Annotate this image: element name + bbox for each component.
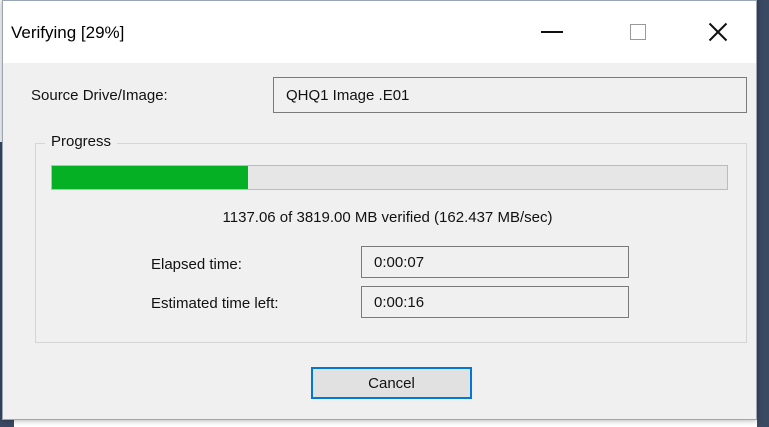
estimated-label: Estimated time left: xyxy=(151,295,279,312)
window-title: Verifying [29%] xyxy=(11,23,125,42)
progress-group-label: Progress xyxy=(45,133,118,150)
elapsed-label: Elapsed time: xyxy=(151,256,242,273)
title-bar[interactable]: Verifying [29%] xyxy=(3,1,756,63)
source-field: QHQ1 Image .E01 xyxy=(273,77,747,113)
close-button[interactable] xyxy=(683,1,753,63)
minimize-button[interactable] xyxy=(517,1,587,63)
source-label: Source Drive/Image: xyxy=(31,87,168,104)
progress-fill xyxy=(52,166,248,189)
maximize-icon xyxy=(630,24,646,40)
progress-bar xyxy=(51,165,728,190)
progress-status-text: 1137.06 of 3819.00 MB verified (162.437 … xyxy=(222,209,553,226)
close-icon xyxy=(708,22,728,42)
dialog-body: Source Drive/Image: QHQ1 Image .E01 Prog… xyxy=(3,63,756,419)
minimize-icon xyxy=(541,31,563,33)
maximize-button[interactable] xyxy=(603,1,673,63)
verify-dialog: Verifying [29%] Source Drive/Image: QHQ1… xyxy=(2,0,757,420)
elapsed-field: 0:00:07 xyxy=(361,246,629,278)
estimated-field: 0:00:16 xyxy=(361,286,629,318)
cancel-button[interactable]: Cancel xyxy=(311,367,472,399)
